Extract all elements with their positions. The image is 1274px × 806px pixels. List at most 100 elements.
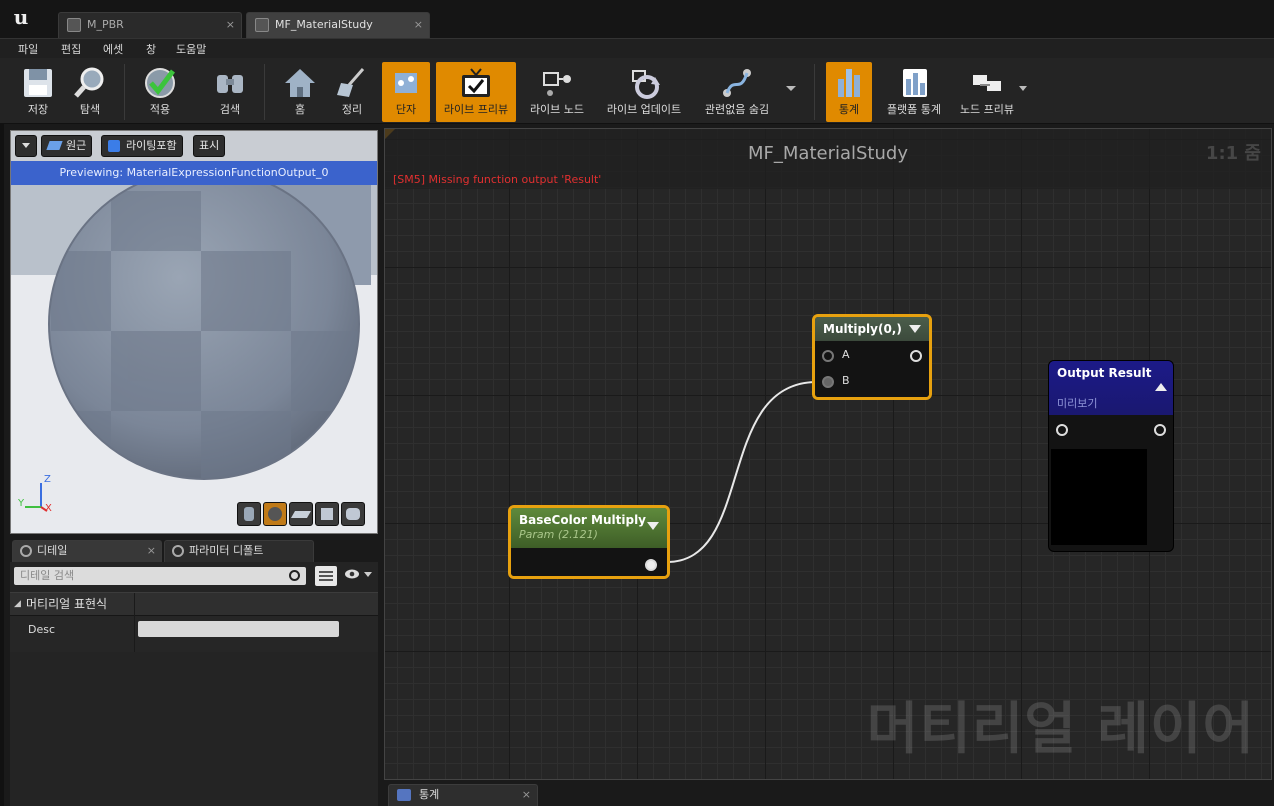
stats-label: 통계 (838, 103, 860, 116)
stats-button[interactable]: 통계 (826, 62, 872, 122)
desc-input[interactable] (138, 621, 339, 637)
material-icon (67, 18, 81, 32)
column-divider (134, 616, 135, 652)
viewport-menu-button[interactable] (15, 135, 37, 157)
connectors-button[interactable]: 단자 (382, 62, 430, 122)
toolbar-separator (264, 64, 265, 120)
tab-mf-materialstudy[interactable]: MF_MaterialStudy × (246, 12, 430, 38)
preview-cylinder-button[interactable] (237, 502, 261, 526)
connectors-label: 단자 (395, 103, 417, 116)
close-icon[interactable]: × (522, 785, 531, 805)
unreal-logo-icon[interactable]: u (8, 4, 34, 30)
collapse-triangle-icon[interactable] (647, 522, 659, 530)
output-result-node[interactable]: Output Result 미리보기 (1048, 360, 1174, 552)
list-view-icon[interactable] (315, 566, 337, 586)
clean-up-label: 정리 (341, 103, 363, 116)
sphere-icon (268, 507, 282, 521)
cylinder-icon (244, 507, 254, 521)
perspective-button[interactable]: 원근 (41, 135, 93, 157)
live-nodes-icon (543, 72, 571, 96)
preview-viewport[interactable]: 원근 라이팅포함 표시 Previewing: MaterialExpressi… (10, 130, 378, 534)
previewing-text: Previewing: MaterialExpressionFunctionOu… (59, 166, 329, 179)
pin-a-input[interactable] (822, 350, 834, 362)
graph-watermark: 머티리얼 레이어 (866, 697, 1255, 762)
material-function-icon (255, 18, 269, 32)
tab-stats[interactable]: 통계 × (388, 784, 538, 806)
expand-triangle-icon[interactable] (1155, 383, 1167, 391)
checkmark-icon (145, 68, 175, 98)
tab-label: MF_MaterialStudy (275, 18, 373, 31)
apply-label: 적용 (149, 103, 171, 116)
live-preview-button[interactable]: 라이브 프리뷰 (436, 62, 516, 122)
stats-icon (397, 789, 411, 801)
toolbar: 저장 탐색 적용 검색 홈 정리 단자 라이브 프리뷰 라이브 노드 라이브 업… (0, 58, 1274, 124)
multiply-node[interactable]: Multiply(0,) A B (812, 314, 932, 400)
preview-sphere-button[interactable] (263, 502, 287, 526)
preview-mesh-button[interactable] (341, 502, 365, 526)
search-button[interactable]: 검색 (206, 62, 254, 122)
details-search-input[interactable]: 디테일 검색 (14, 567, 306, 585)
live-nodes-button[interactable]: 라이브 노드 (524, 62, 590, 122)
live-update-button[interactable]: 라이브 업데이트 (598, 62, 690, 122)
tab-label: 파라미터 디폴트 (189, 544, 264, 557)
tab-label: 디테일 (37, 544, 68, 557)
toolbar-separator (814, 64, 815, 120)
platform-stats-icon (903, 69, 927, 97)
close-icon[interactable]: × (414, 13, 423, 37)
basecolor-node-header: BaseColor Multiply Param (2.121) (511, 508, 667, 548)
menu-edit[interactable]: 편집 (61, 41, 81, 57)
clean-up-button[interactable]: 정리 (328, 62, 376, 122)
multiply-node-title: Multiply(0,) (823, 322, 902, 336)
tab-parameter-defaults[interactable]: 파라미터 디폴트 (164, 540, 314, 562)
show-button[interactable]: 표시 (193, 135, 226, 157)
live-preview-icon (462, 68, 490, 97)
hide-unrelated-button[interactable]: 관련없음 숨김 (698, 62, 776, 122)
category-material-expression[interactable]: ◢ 머티리얼 표현식 (10, 592, 378, 617)
material-graph-canvas[interactable]: MF_MaterialStudy 1:1 줌 [SM5] Missing fun… (384, 128, 1272, 780)
connectors-icon (395, 73, 417, 93)
node-preview-button[interactable]: 노드 프리뷰 (956, 62, 1018, 122)
previewing-banner: Previewing: MaterialExpressionFunctionOu… (11, 161, 377, 185)
basecolor-output-pin[interactable] (645, 559, 657, 571)
broom-icon (337, 68, 365, 97)
lit-mode-button[interactable]: 라이팅포함 (101, 135, 183, 157)
perspective-label: 원근 (66, 139, 87, 152)
menu-bar: 파일 편집 에셋 창 도움말 (0, 38, 1274, 58)
tab-m-pbr[interactable]: M_PBR × (58, 12, 242, 38)
browse-label: 탐색 (79, 103, 101, 116)
eye-icon[interactable] (344, 568, 360, 580)
axis-x-label: X (45, 503, 52, 514)
output-output-pin[interactable] (1154, 424, 1166, 436)
preview-plane-button[interactable] (289, 502, 313, 526)
platform-stats-button[interactable]: 플랫폼 통계 (878, 62, 950, 122)
output-input-pin[interactable] (1056, 424, 1068, 436)
chevron-down-icon[interactable] (364, 572, 372, 577)
menu-file[interactable]: 파일 (18, 41, 38, 57)
close-icon[interactable]: × (147, 541, 156, 561)
tab-details[interactable]: 디테일 × (12, 540, 162, 562)
pin-b-input[interactable] (822, 376, 834, 388)
chevron-down-icon[interactable] (1019, 86, 1027, 91)
node-preview-label: 노드 프리뷰 (959, 103, 1015, 116)
apply-button[interactable]: 적용 (136, 62, 184, 122)
browse-button[interactable]: 탐색 (66, 62, 114, 122)
save-button[interactable]: 저장 (14, 62, 62, 122)
lit-mode-label: 라이팅포함 (126, 139, 177, 152)
chevron-down-icon[interactable] (786, 86, 796, 91)
search-label: 검색 (219, 103, 241, 116)
desc-label: Desc (28, 623, 56, 636)
live-update-icon (632, 70, 660, 99)
menu-asset[interactable]: 에셋 (103, 41, 123, 57)
axis-z-label: Z (44, 474, 51, 485)
menu-window[interactable]: 창 (146, 41, 156, 57)
basecolor-multiply-node[interactable]: BaseColor Multiply Param (2.121) (508, 505, 670, 579)
home-button[interactable]: 홈 (276, 62, 324, 122)
save-label: 저장 (27, 103, 49, 116)
menu-help[interactable]: 도움말 (176, 41, 206, 57)
basecolor-node-subtitle: Param (2.121) (519, 528, 598, 541)
multiply-output-pin[interactable] (910, 350, 922, 362)
preview-cube-button[interactable] (315, 502, 339, 526)
close-icon[interactable]: × (226, 13, 235, 37)
collapse-triangle-icon[interactable] (909, 325, 921, 333)
preview-sphere (11, 131, 377, 533)
